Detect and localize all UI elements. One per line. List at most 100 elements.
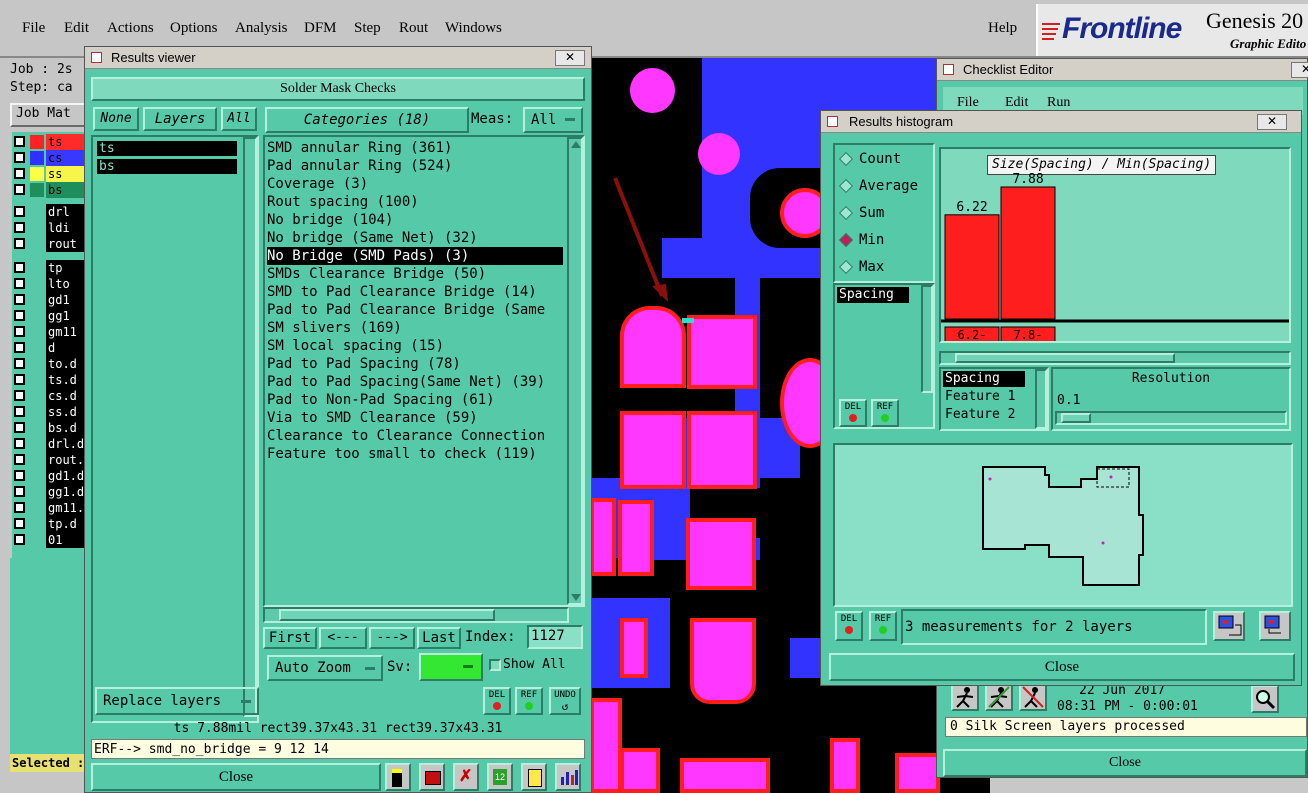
menu-options[interactable]: Options	[170, 20, 218, 37]
layer-checkbox[interactable]	[14, 222, 25, 233]
chart-hscrollbar[interactable]	[939, 351, 1291, 365]
menu-help[interactable]: Help	[988, 20, 1017, 37]
report-icon[interactable]	[521, 763, 547, 791]
hscroll-thumb[interactable]	[279, 609, 495, 621]
radio-diamond-icon[interactable]	[838, 178, 854, 194]
index-input[interactable]: 1127	[527, 625, 583, 649]
layer-checkbox[interactable]	[14, 454, 25, 465]
stop-run-icon[interactable]	[1019, 683, 1047, 711]
histogram-close-button[interactable]: Close	[829, 653, 1295, 681]
layer-checkbox[interactable]	[14, 534, 25, 545]
close-icon[interactable]: ✕	[1291, 62, 1308, 78]
layer-stack-icon[interactable]	[385, 763, 411, 791]
menu-file[interactable]: File	[22, 20, 45, 37]
category-item[interactable]: SMD to Pad Clearance Bridge (14)	[267, 283, 563, 301]
category-item[interactable]: Pad to Non-Pad Spacing (61)	[267, 391, 563, 409]
run-all-icon[interactable]	[985, 683, 1013, 711]
category-item[interactable]: Coverage (3)	[267, 175, 563, 193]
delete-icon[interactable]: ✗	[453, 763, 479, 791]
auto-zoom-dropdown[interactable]: Auto Zoom	[267, 655, 383, 681]
category-item[interactable]: SM slivers (169)	[267, 319, 563, 337]
del-button[interactable]: DEL	[483, 687, 511, 715]
spacing-list[interactable]: Spacing DEL REF	[833, 283, 935, 429]
all-button[interactable]: All	[221, 107, 257, 131]
stat-option[interactable]: Max	[838, 257, 931, 279]
category-item[interactable]: Pad to Pad Spacing (78)	[267, 355, 563, 373]
menu-analysis[interactable]: Analysis	[235, 20, 288, 37]
layers-list[interactable]: ts bs	[91, 135, 259, 723]
layer-checkbox[interactable]	[14, 518, 25, 529]
radio-diamond-icon[interactable]	[838, 232, 854, 248]
category-item[interactable]: SM local spacing (15)	[267, 337, 563, 355]
close-icon[interactable]: ✕	[555, 50, 585, 66]
layer-checkbox[interactable]	[14, 470, 25, 481]
layer-checkbox[interactable]	[14, 152, 25, 163]
category-item[interactable]: Pad to Pad Clearance Bridge (Same	[267, 301, 563, 319]
histogram-bar[interactable]	[1000, 186, 1056, 320]
job-matrix-button[interactable]: Job Mat	[10, 103, 92, 127]
layer-checkbox[interactable]	[14, 206, 25, 217]
layer-checkbox[interactable]	[14, 422, 25, 433]
import-icon[interactable]	[1259, 611, 1291, 641]
stat-option[interactable]: Count	[838, 149, 931, 171]
histogram-icon[interactable]	[555, 763, 581, 791]
hist-ref-button[interactable]: REF	[871, 399, 899, 427]
preview-del-button[interactable]: DEL	[835, 611, 863, 641]
close-button[interactable]: Close	[91, 763, 381, 791]
menu-edit[interactable]: Edit	[64, 20, 89, 37]
stat-option[interactable]: Sum	[838, 203, 931, 225]
scroll-up-icon[interactable]	[571, 141, 581, 148]
layer-checkbox[interactable]	[14, 342, 25, 353]
sv-color-dropdown[interactable]	[419, 653, 483, 681]
layer-item[interactable]: bs	[97, 159, 237, 174]
list-item[interactable]: Spacing	[837, 287, 909, 303]
category-item[interactable]: Clearance to Clearance Connection	[267, 427, 563, 445]
stat-option[interactable]: Min	[838, 230, 931, 252]
layer-checkbox[interactable]	[14, 168, 25, 179]
category-item[interactable]: No bridge (104)	[267, 211, 563, 229]
list-item[interactable]: Feature 1	[943, 389, 1025, 405]
layer-item[interactable]: ts	[97, 141, 237, 156]
category-item[interactable]: SMDs Clearance Bridge (50)	[267, 265, 563, 283]
radio-diamond-icon[interactable]	[838, 205, 854, 221]
checklist-close-button[interactable]: Close	[943, 749, 1307, 777]
show-all-checkbox[interactable]	[489, 659, 501, 671]
zoom-icon[interactable]	[1251, 685, 1279, 713]
layer-checkbox[interactable]	[14, 136, 25, 147]
export-icon[interactable]	[1213, 611, 1245, 641]
category-item[interactable]: Pad to Pad Spacing(Same Net) (39)	[267, 373, 563, 391]
categories-hscrollbar[interactable]	[263, 607, 569, 623]
layers-scrollbar[interactable]	[243, 137, 257, 717]
layer-checkbox[interactable]	[14, 262, 25, 273]
menu-rout[interactable]: Rout	[399, 20, 428, 37]
layers-button[interactable]: Layers	[143, 107, 217, 131]
replace-layers-dropdown[interactable]: Replace layers	[95, 687, 259, 715]
ref-button[interactable]: REF	[515, 687, 543, 715]
stat-option[interactable]: Average	[838, 176, 931, 198]
prev-button[interactable]: <---	[319, 627, 367, 649]
layer-checkbox[interactable]	[14, 438, 25, 449]
radio-diamond-icon[interactable]	[838, 151, 854, 167]
list-item[interactable]: Spacing	[943, 371, 1025, 387]
first-button[interactable]: First	[263, 627, 317, 649]
layer-checkbox[interactable]	[14, 390, 25, 401]
last-button[interactable]: Last	[417, 627, 461, 649]
resolution-slider-thumb[interactable]	[1061, 413, 1091, 423]
hist-del-button[interactable]: DEL	[839, 399, 867, 427]
layer-checkbox[interactable]	[14, 358, 25, 369]
category-item[interactable]: No bridge (Same Net) (32)	[267, 229, 563, 247]
spacing-list-scrollbar[interactable]	[921, 285, 933, 393]
none-button[interactable]: None	[93, 107, 139, 131]
layer-checkbox[interactable]	[14, 310, 25, 321]
category-item[interactable]: Rout spacing (100)	[267, 193, 563, 211]
categories-scrollbar[interactable]	[567, 137, 583, 605]
category-item[interactable]: Feature too small to check (119)	[267, 445, 563, 463]
next-button[interactable]: --->	[369, 627, 415, 649]
layer-checkbox[interactable]	[14, 294, 25, 305]
category-item[interactable]: SMD annular Ring (361)	[267, 139, 563, 157]
menu-step[interactable]: Step	[354, 20, 381, 37]
meas-dropdown[interactable]: All	[523, 107, 583, 133]
categories-button[interactable]: Categories (18)	[265, 107, 469, 133]
radio-diamond-icon[interactable]	[838, 259, 854, 275]
layer-checkbox[interactable]	[14, 406, 25, 417]
